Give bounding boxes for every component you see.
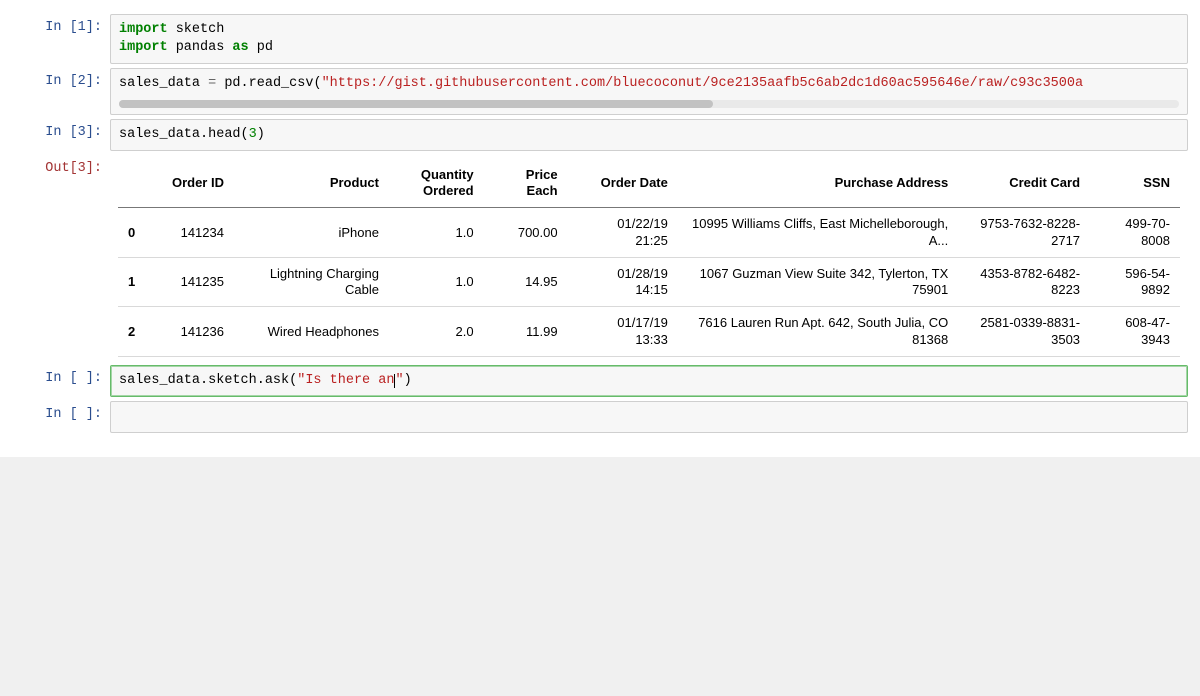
- code-cell-4[interactable]: In [ ]: sales_data.sketch.ask("Is there …: [12, 365, 1188, 397]
- dataframe-table: Order ID Product Quantity Ordered Price …: [118, 159, 1180, 357]
- table-cell: 608-47- 3943: [1090, 307, 1180, 357]
- table-cell: Lightning Charging Cable: [234, 257, 389, 307]
- code-input[interactable]: sales_data.head(3): [110, 119, 1188, 151]
- code-input[interactable]: sales_data.sketch.ask("Is there an"): [110, 365, 1188, 397]
- table-cell: 596-54- 9892: [1090, 257, 1180, 307]
- col-header-product: Product: [234, 159, 389, 208]
- col-header-quantity: Quantity Ordered: [389, 159, 484, 208]
- output-prompt: Out[3]:: [12, 155, 110, 176]
- notebook: In [1]: import sketch import pandas as p…: [0, 0, 1200, 457]
- table-cell: 1.0: [389, 208, 484, 258]
- table-cell: 141235: [149, 257, 234, 307]
- horizontal-scrollbar[interactable]: [119, 100, 1179, 108]
- input-prompt: In [3]:: [12, 119, 110, 140]
- table-cell: 10995 Williams Cliffs, East Michelleboro…: [678, 208, 958, 258]
- input-prompt: In [2]:: [12, 68, 110, 89]
- table-row: 0141234iPhone1.0700.0001/22/19 21:251099…: [118, 208, 1180, 258]
- scrollbar-thumb[interactable]: [119, 100, 713, 108]
- col-header-index: [118, 159, 149, 208]
- table-cell: 9753-7632-8228- 2717: [958, 208, 1090, 258]
- table-cell: 2.0: [389, 307, 484, 357]
- table-cell: 4353-8782-6482- 8223: [958, 257, 1090, 307]
- col-header-ssn: SSN: [1090, 159, 1180, 208]
- table-cell: iPhone: [234, 208, 389, 258]
- table-cell: 01/17/19 13:33: [568, 307, 678, 357]
- table-cell: 7616 Lauren Run Apt. 642, South Julia, C…: [678, 307, 958, 357]
- table-cell: 01/22/19 21:25: [568, 208, 678, 258]
- code-line: sales_data = pd.read_csv("https://gist.g…: [119, 75, 1179, 93]
- table-row: 2141236Wired Headphones2.011.9901/17/19 …: [118, 307, 1180, 357]
- row-index-cell: 0: [118, 208, 149, 258]
- table-row: 1141235Lightning Charging Cable1.014.950…: [118, 257, 1180, 307]
- table-cell: 499-70- 8008: [1090, 208, 1180, 258]
- col-header-price: Price Each: [484, 159, 568, 208]
- code-cell-1[interactable]: In [1]: import sketch import pandas as p…: [12, 14, 1188, 64]
- code-input[interactable]: [110, 401, 1188, 433]
- output-area: Order ID Product Quantity Ordered Price …: [110, 155, 1188, 361]
- code-cell-2[interactable]: In [2]: sales_data = pd.read_csv("https:…: [12, 68, 1188, 114]
- table-cell: 141234: [149, 208, 234, 258]
- output-cell-3: Out[3]: Order ID Product Quantity Ordere…: [12, 155, 1188, 361]
- table-cell: Wired Headphones: [234, 307, 389, 357]
- table-cell: 141236: [149, 307, 234, 357]
- col-header-credit-card: Credit Card: [958, 159, 1090, 208]
- code-line: sales_data.head(3): [119, 126, 1179, 144]
- col-header-order-id: Order ID: [149, 159, 234, 208]
- row-index-cell: 1: [118, 257, 149, 307]
- row-index-cell: 2: [118, 307, 149, 357]
- table-cell: 700.00: [484, 208, 568, 258]
- code-cell-3[interactable]: In [3]: sales_data.head(3): [12, 119, 1188, 151]
- table-cell: 1067 Guzman View Suite 342, Tylerton, TX…: [678, 257, 958, 307]
- col-header-address: Purchase Address: [678, 159, 958, 208]
- input-prompt: In [1]:: [12, 14, 110, 35]
- col-header-order-date: Order Date: [568, 159, 678, 208]
- table-cell: 14.95: [484, 257, 568, 307]
- table-cell: 01/28/19 14:15: [568, 257, 678, 307]
- code-line: import pandas as pd: [119, 39, 1179, 57]
- table-cell: 2581-0339-8831- 3503: [958, 307, 1090, 357]
- table-cell: 11.99: [484, 307, 568, 357]
- input-prompt: In [ ]:: [12, 401, 110, 422]
- code-input[interactable]: import sketch import pandas as pd: [110, 14, 1188, 64]
- code-line: sales_data.sketch.ask("Is there an"): [119, 372, 1179, 390]
- table-header-row: Order ID Product Quantity Ordered Price …: [118, 159, 1180, 208]
- input-prompt: In [ ]:: [12, 365, 110, 386]
- table-cell: 1.0: [389, 257, 484, 307]
- code-line: import sketch: [119, 21, 1179, 39]
- code-cell-5[interactable]: In [ ]:: [12, 401, 1188, 433]
- code-input[interactable]: sales_data = pd.read_csv("https://gist.g…: [110, 68, 1188, 114]
